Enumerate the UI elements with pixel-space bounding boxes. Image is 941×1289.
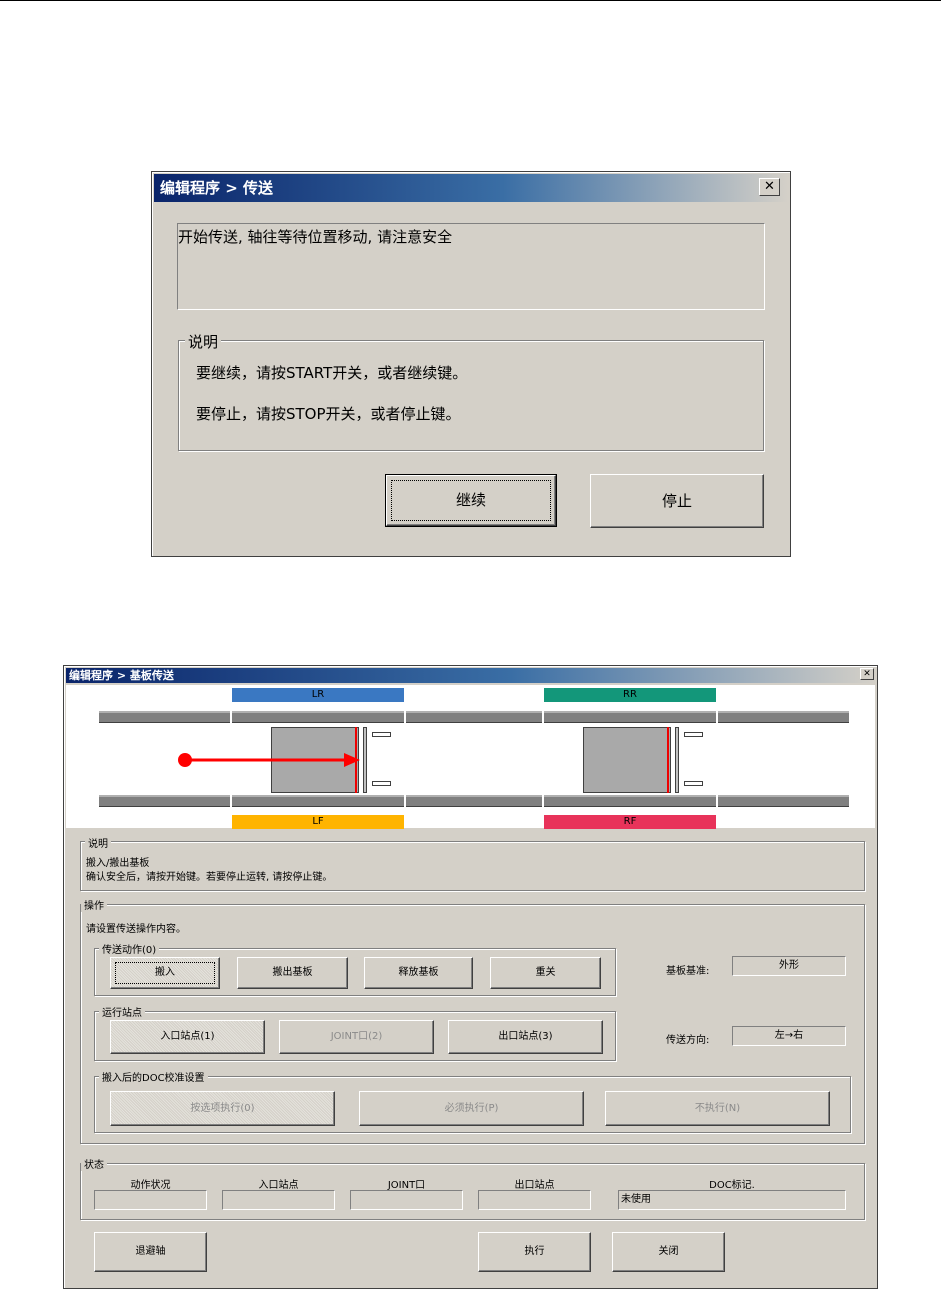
rail-segment <box>232 711 404 723</box>
status-joint-label: JOINT口 <box>387 1180 426 1191</box>
explain-group <box>80 841 865 891</box>
action-carry-out-button[interactable]: 搬出基板 <box>237 957 348 989</box>
title-bar: 编辑程序 > 传送 <box>154 174 788 202</box>
status-exit-field <box>478 1190 591 1210</box>
rail-segment <box>544 711 716 723</box>
action-release-button[interactable]: 释放基板 <box>364 957 473 989</box>
board-ref-field: 外形 <box>732 956 846 976</box>
message-text: 开始传送, 轴往等待位置移动, 请注意安全 <box>178 228 453 246</box>
conveyor-diagram: LR RR LF RF <box>66 685 875 829</box>
action-group-label: 传送动作(0) <box>99 941 160 956</box>
rail-segment <box>718 711 849 723</box>
dialog-title: 编辑程序 > 基板传送 <box>69 669 174 682</box>
board-transfer-dialog: 编辑程序 > 基板传送 ✕ LR RR LF RF 说明 搬入/搬出基板 确认安… <box>63 665 878 1289</box>
rail-segment <box>406 711 542 723</box>
dialog-title: 编辑程序 > 传送 <box>160 179 274 197</box>
sensor <box>372 732 391 737</box>
status-action-field <box>94 1190 207 1210</box>
direction-field: 左→右 <box>732 1026 846 1046</box>
status-joint-field <box>350 1190 463 1210</box>
action-reset-button[interactable]: 重关 <box>490 957 601 989</box>
operation-prompt: 请设置传送操作内容。 <box>86 924 186 935</box>
message-box: 开始传送, 轴往等待位置移动, 请注意安全 <box>177 223 765 310</box>
board-rr <box>583 727 671 793</box>
page-rule <box>0 0 941 1</box>
title-bar: 编辑程序 > 基板传送 <box>66 668 875 683</box>
rail-segment <box>406 795 542 807</box>
status-exit-label: 出口站点 <box>514 1180 555 1191</box>
explain-group-label: 说明 <box>185 331 222 352</box>
direction-label: 传送方向: <box>666 1035 710 1046</box>
board-ref-label: 基板基准: <box>666 966 710 977</box>
station-entry-button[interactable]: 入口站点(1) <box>110 1020 265 1054</box>
execute-button[interactable]: 执行 <box>478 1232 591 1272</box>
explain-group <box>178 340 764 451</box>
stopper-post <box>675 727 679 793</box>
stopper-rr <box>667 727 669 793</box>
explain-line-stop: 要停止，请按STOP开关，或者停止键。 <box>196 405 461 423</box>
station-group-label: 运行站点 <box>99 1004 145 1019</box>
doc-must-execute-button[interactable]: 必须执行(P) <box>359 1091 584 1126</box>
explain-line-2: 确认安全后，请按开始键。若要停止运转, 请按停止键。 <box>86 872 333 883</box>
station-rr-label: RR <box>544 688 716 702</box>
stopper-post <box>363 727 367 793</box>
close-icon[interactable]: ✕ <box>759 178 780 196</box>
close-button[interactable]: 关闭 <box>612 1232 725 1272</box>
status-doc-field: 未使用 <box>618 1190 846 1210</box>
station-lf-label: LF <box>232 815 404 829</box>
station-rf-label: RF <box>544 815 716 829</box>
sensor <box>372 781 391 786</box>
rail-segment <box>99 795 230 807</box>
rail-segment <box>99 711 230 723</box>
station-exit-button[interactable]: 出口站点(3) <box>448 1020 603 1054</box>
action-carry-in-button[interactable]: 搬入 <box>110 957 220 989</box>
status-action-label: 动作状况 <box>130 1180 171 1191</box>
continue-button[interactable]: 继续 <box>385 474 557 527</box>
retreat-axis-button[interactable]: 退避轴 <box>94 1232 207 1272</box>
station-lr-label: LR <box>232 688 404 702</box>
doc-skip-button[interactable]: 不执行(N) <box>605 1091 830 1126</box>
transfer-direction-arrow <box>178 753 360 767</box>
station-joint-button[interactable]: JOINT口(2) <box>279 1020 434 1054</box>
stop-button[interactable]: 停止 <box>590 474 764 528</box>
transfer-dialog: 编辑程序 > 传送 ✕ 开始传送, 轴往等待位置移动, 请注意安全 说明 要继续… <box>151 171 791 557</box>
status-entry-label: 入口站点 <box>258 1180 299 1191</box>
status-doc-label: DOC标记. <box>709 1180 755 1191</box>
rail-segment <box>232 795 404 807</box>
rail-segment <box>718 795 849 807</box>
doc-group-label: 搬入后的DOC校准设置 <box>99 1069 208 1084</box>
sensor <box>684 732 703 737</box>
doc-by-option-button[interactable]: 按选项执行(0) <box>110 1091 335 1126</box>
explain-line-1: 搬入/搬出基板 <box>86 858 150 869</box>
explain-line-continue: 要继续，请按START开关，或者继续键。 <box>196 364 468 382</box>
rail-segment <box>544 795 716 807</box>
close-icon[interactable]: ✕ <box>860 668 874 680</box>
status-group-label: 状态 <box>81 1156 107 1171</box>
sensor <box>684 781 703 786</box>
operation-group-label: 操作 <box>81 897 107 912</box>
status-entry-field <box>222 1190 335 1210</box>
explain-group-label: 说明 <box>85 835 111 850</box>
